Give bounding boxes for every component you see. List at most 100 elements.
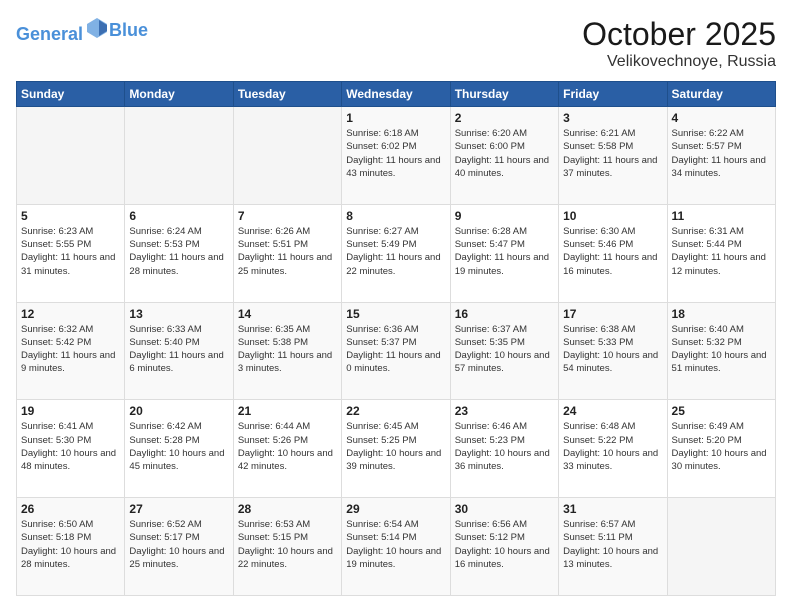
col-wednesday: Wednesday: [342, 82, 450, 107]
calendar-cell: 19Sunrise: 6:41 AM Sunset: 5:30 PM Dayli…: [17, 400, 125, 498]
logo-icon: [85, 16, 109, 40]
day-info: Sunrise: 6:56 AM Sunset: 5:12 PM Dayligh…: [455, 518, 554, 571]
logo: General Blue: [16, 16, 148, 45]
day-number: 28: [238, 502, 337, 516]
calendar-cell: 6 Sunrise: 6:24 AM Sunset: 5:53 PM Daylig…: [125, 204, 233, 302]
day-number: 10: [563, 209, 662, 223]
day-info: Sunrise: 6:28 AM Sunset: 5:47 PM Dayligh…: [455, 225, 554, 278]
calendar-cell: 5 Sunrise: 6:23 AM Sunset: 5:55 PM Daylig…: [17, 204, 125, 302]
calendar-cell: 24Sunrise: 6:48 AM Sunset: 5:22 PM Dayli…: [559, 400, 667, 498]
day-number: 23: [455, 404, 554, 418]
calendar-cell: 31Sunrise: 6:57 AM Sunset: 5:11 PM Dayli…: [559, 498, 667, 596]
day-info: Sunrise: 6:31 AM Sunset: 5:44 PM Dayligh…: [672, 225, 771, 278]
day-number: 16: [455, 307, 554, 321]
day-info: Sunrise: 6:24 AM Sunset: 5:53 PM Dayligh…: [129, 225, 228, 278]
calendar-cell: 21Sunrise: 6:44 AM Sunset: 5:26 PM Dayli…: [233, 400, 341, 498]
calendar-cell: 27Sunrise: 6:52 AM Sunset: 5:17 PM Dayli…: [125, 498, 233, 596]
day-info: Sunrise: 6:30 AM Sunset: 5:46 PM Dayligh…: [563, 225, 662, 278]
day-number: 21: [238, 404, 337, 418]
calendar-cell: 3Sunrise: 6:21 AM Sunset: 5:58 PM Daylig…: [559, 107, 667, 205]
calendar-cell: [233, 107, 341, 205]
day-info: Sunrise: 6:36 AM Sunset: 5:37 PM Dayligh…: [346, 323, 445, 376]
calendar-cell: [125, 107, 233, 205]
day-number: 15: [346, 307, 445, 321]
calendar-cell: 28Sunrise: 6:53 AM Sunset: 5:15 PM Dayli…: [233, 498, 341, 596]
calendar-week-3: 12Sunrise: 6:32 AM Sunset: 5:42 PM Dayli…: [17, 302, 776, 400]
calendar-table: Sunday Monday Tuesday Wednesday Thursday…: [16, 81, 776, 596]
day-info: Sunrise: 6:23 AM Sunset: 5:55 PM Dayligh…: [21, 225, 120, 278]
col-saturday: Saturday: [667, 82, 775, 107]
col-friday: Friday: [559, 82, 667, 107]
col-sunday: Sunday: [17, 82, 125, 107]
day-number: 13: [129, 307, 228, 321]
calendar-cell: 22 Sunrise: 6:45 AM Sunset: 5:25 PM Dayli…: [342, 400, 450, 498]
calendar-cell: 7 Sunrise: 6:26 AM Sunset: 5:51 PM Daylig…: [233, 204, 341, 302]
day-number: 24: [563, 404, 662, 418]
day-number: 1: [346, 111, 445, 125]
calendar-cell: 2Sunrise: 6:20 AM Sunset: 6:00 PM Daylig…: [450, 107, 558, 205]
header: General Blue October 2025 Velikovechnoye…: [16, 16, 776, 71]
calendar-cell: 15 Sunrise: 6:36 AM Sunset: 5:37 PM Dayli…: [342, 302, 450, 400]
calendar-subtitle: Velikovechnoye, Russia: [582, 53, 776, 71]
day-info: Sunrise: 6:27 AM Sunset: 5:49 PM Dayligh…: [346, 225, 445, 278]
calendar-title: October 2025: [582, 16, 776, 53]
day-number: 19: [21, 404, 120, 418]
day-number: 9: [455, 209, 554, 223]
calendar-cell: 16 Sunrise: 6:37 AM Sunset: 5:35 PM Dayli…: [450, 302, 558, 400]
day-info: Sunrise: 6:18 AM Sunset: 6:02 PM Dayligh…: [346, 127, 445, 180]
day-number: 8: [346, 209, 445, 223]
day-number: 6: [129, 209, 228, 223]
day-info: Sunrise: 6:40 AM Sunset: 5:32 PM Dayligh…: [672, 323, 771, 376]
day-number: 11: [672, 209, 771, 223]
day-number: 5: [21, 209, 120, 223]
calendar-cell: [667, 498, 775, 596]
day-number: 12: [21, 307, 120, 321]
calendar-cell: 1 Sunrise: 6:18 AM Sunset: 6:02 PM Daylig…: [342, 107, 450, 205]
calendar-cell: 29Sunrise: 6:54 AM Sunset: 5:14 PM Dayli…: [342, 498, 450, 596]
day-info: Sunrise: 6:45 AM Sunset: 5:25 PM Dayligh…: [346, 420, 445, 473]
day-info: Sunrise: 6:38 AM Sunset: 5:33 PM Dayligh…: [563, 323, 662, 376]
day-info: Sunrise: 6:37 AM Sunset: 5:35 PM Dayligh…: [455, 323, 554, 376]
calendar-cell: 13 Sunrise: 6:33 AM Sunset: 5:40 PM Dayli…: [125, 302, 233, 400]
calendar-cell: 20Sunrise: 6:42 AM Sunset: 5:28 PM Dayli…: [125, 400, 233, 498]
col-tuesday: Tuesday: [233, 82, 341, 107]
calendar-week-1: 1 Sunrise: 6:18 AM Sunset: 6:02 PM Daylig…: [17, 107, 776, 205]
day-info: Sunrise: 6:22 AM Sunset: 5:57 PM Dayligh…: [672, 127, 771, 180]
day-number: 3: [563, 111, 662, 125]
day-info: Sunrise: 6:50 AM Sunset: 5:18 PM Dayligh…: [21, 518, 120, 571]
calendar-cell: 8 Sunrise: 6:27 AM Sunset: 5:49 PM Daylig…: [342, 204, 450, 302]
day-info: Sunrise: 6:49 AM Sunset: 5:20 PM Dayligh…: [672, 420, 771, 473]
calendar-cell: 26 Sunrise: 6:50 AM Sunset: 5:18 PM Dayli…: [17, 498, 125, 596]
calendar-cell: 30Sunrise: 6:56 AM Sunset: 5:12 PM Dayli…: [450, 498, 558, 596]
calendar-cell: 12Sunrise: 6:32 AM Sunset: 5:42 PM Dayli…: [17, 302, 125, 400]
calendar-cell: 9 Sunrise: 6:28 AM Sunset: 5:47 PM Daylig…: [450, 204, 558, 302]
day-number: 14: [238, 307, 337, 321]
calendar-header-row: Sunday Monday Tuesday Wednesday Thursday…: [17, 82, 776, 107]
day-number: 25: [672, 404, 771, 418]
day-number: 4: [672, 111, 771, 125]
logo-line2: Blue: [109, 21, 148, 41]
day-number: 26: [21, 502, 120, 516]
day-number: 20: [129, 404, 228, 418]
day-number: 27: [129, 502, 228, 516]
page: General Blue October 2025 Velikovechnoye…: [0, 0, 792, 612]
calendar-cell: 25 Sunrise: 6:49 AM Sunset: 5:20 PM Dayli…: [667, 400, 775, 498]
logo-text: General: [16, 16, 109, 45]
day-info: Sunrise: 6:57 AM Sunset: 5:11 PM Dayligh…: [563, 518, 662, 571]
day-info: Sunrise: 6:54 AM Sunset: 5:14 PM Dayligh…: [346, 518, 445, 571]
calendar-week-5: 26 Sunrise: 6:50 AM Sunset: 5:18 PM Dayli…: [17, 498, 776, 596]
calendar-week-4: 19Sunrise: 6:41 AM Sunset: 5:30 PM Dayli…: [17, 400, 776, 498]
day-info: Sunrise: 6:20 AM Sunset: 6:00 PM Dayligh…: [455, 127, 554, 180]
calendar-cell: 23Sunrise: 6:46 AM Sunset: 5:23 PM Dayli…: [450, 400, 558, 498]
day-info: Sunrise: 6:35 AM Sunset: 5:38 PM Dayligh…: [238, 323, 337, 376]
day-number: 17: [563, 307, 662, 321]
col-thursday: Thursday: [450, 82, 558, 107]
col-monday: Monday: [125, 82, 233, 107]
day-number: 7: [238, 209, 337, 223]
day-info: Sunrise: 6:26 AM Sunset: 5:51 PM Dayligh…: [238, 225, 337, 278]
day-number: 18: [672, 307, 771, 321]
day-number: 22: [346, 404, 445, 418]
calendar-cell: 10 Sunrise: 6:30 AM Sunset: 5:46 PM Dayli…: [559, 204, 667, 302]
day-info: Sunrise: 6:33 AM Sunset: 5:40 PM Dayligh…: [129, 323, 228, 376]
calendar-cell: 17 Sunrise: 6:38 AM Sunset: 5:33 PM Dayli…: [559, 302, 667, 400]
